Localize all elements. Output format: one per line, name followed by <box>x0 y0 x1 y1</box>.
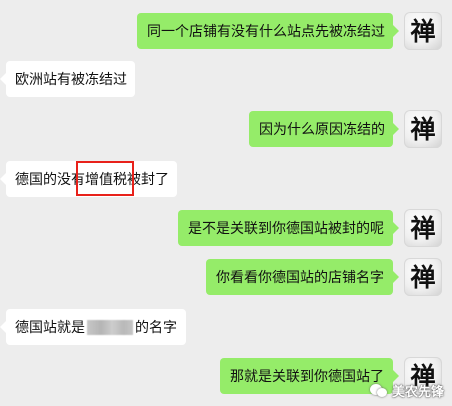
message-bubble-received[interactable]: 德国的没有增值税被封了 <box>0 161 177 197</box>
calligraphy-avatar-icon: 禅 <box>410 114 436 144</box>
message-bubble-sent[interactable]: 同一个店铺有没有什么站点先被冻结过 <box>137 13 399 49</box>
calligraphy-avatar-icon: 禅 <box>410 262 436 292</box>
user-avatar[interactable]: 禅 <box>404 12 442 50</box>
message-text: 因为什么原因冻结的 <box>259 122 385 138</box>
watermark: 美农先锋 <box>369 381 444 400</box>
message-bubble-sent[interactable]: 是不是关联到你德国站被封的呢 <box>178 210 399 246</box>
user-avatar[interactable]: 禅 <box>404 209 442 247</box>
message-text: 德国的没有增值税被封了 <box>15 172 169 188</box>
user-avatar[interactable]: 禅 <box>404 258 442 296</box>
watermark-text: 美农先锋 <box>391 385 444 400</box>
message-bubble-received[interactable]: 德国站就是 的名字 <box>0 309 186 345</box>
calligraphy-avatar-icon: 禅 <box>410 16 436 46</box>
message-bubble-sent[interactable]: 你看看你德国站的店铺名字 <box>206 259 399 295</box>
message-bubble-sent[interactable]: 那就是关联到你德国站了 <box>220 358 399 394</box>
message-text-after: 的名字 <box>135 320 177 336</box>
message-text: 那就是关联到你德国站了 <box>230 369 384 385</box>
message-text: 欧洲站有被冻结过 <box>15 72 127 88</box>
message-text: 同一个店铺有没有什么站点先被冻结过 <box>147 24 385 40</box>
wechat-logo-icon <box>369 383 388 399</box>
message-text: 你看看你德国站的店铺名字 <box>216 270 384 286</box>
user-avatar[interactable]: 禅 <box>404 110 442 148</box>
message-text: 是不是关联到你德国站被封的呢 <box>188 221 384 237</box>
message-bubble-received[interactable]: 欧洲站有被冻结过 <box>0 61 135 97</box>
calligraphy-avatar-icon: 禅 <box>410 213 436 243</box>
chat-window: 同一个店铺有没有什么站点先被冻结过 禅 欧洲站有被冻结过 因为什么原因冻结的 禅… <box>0 0 452 406</box>
redacted-blur <box>87 319 133 335</box>
message-text-before: 德国站就是 <box>15 320 85 336</box>
message-bubble-sent[interactable]: 因为什么原因冻结的 <box>249 111 399 147</box>
